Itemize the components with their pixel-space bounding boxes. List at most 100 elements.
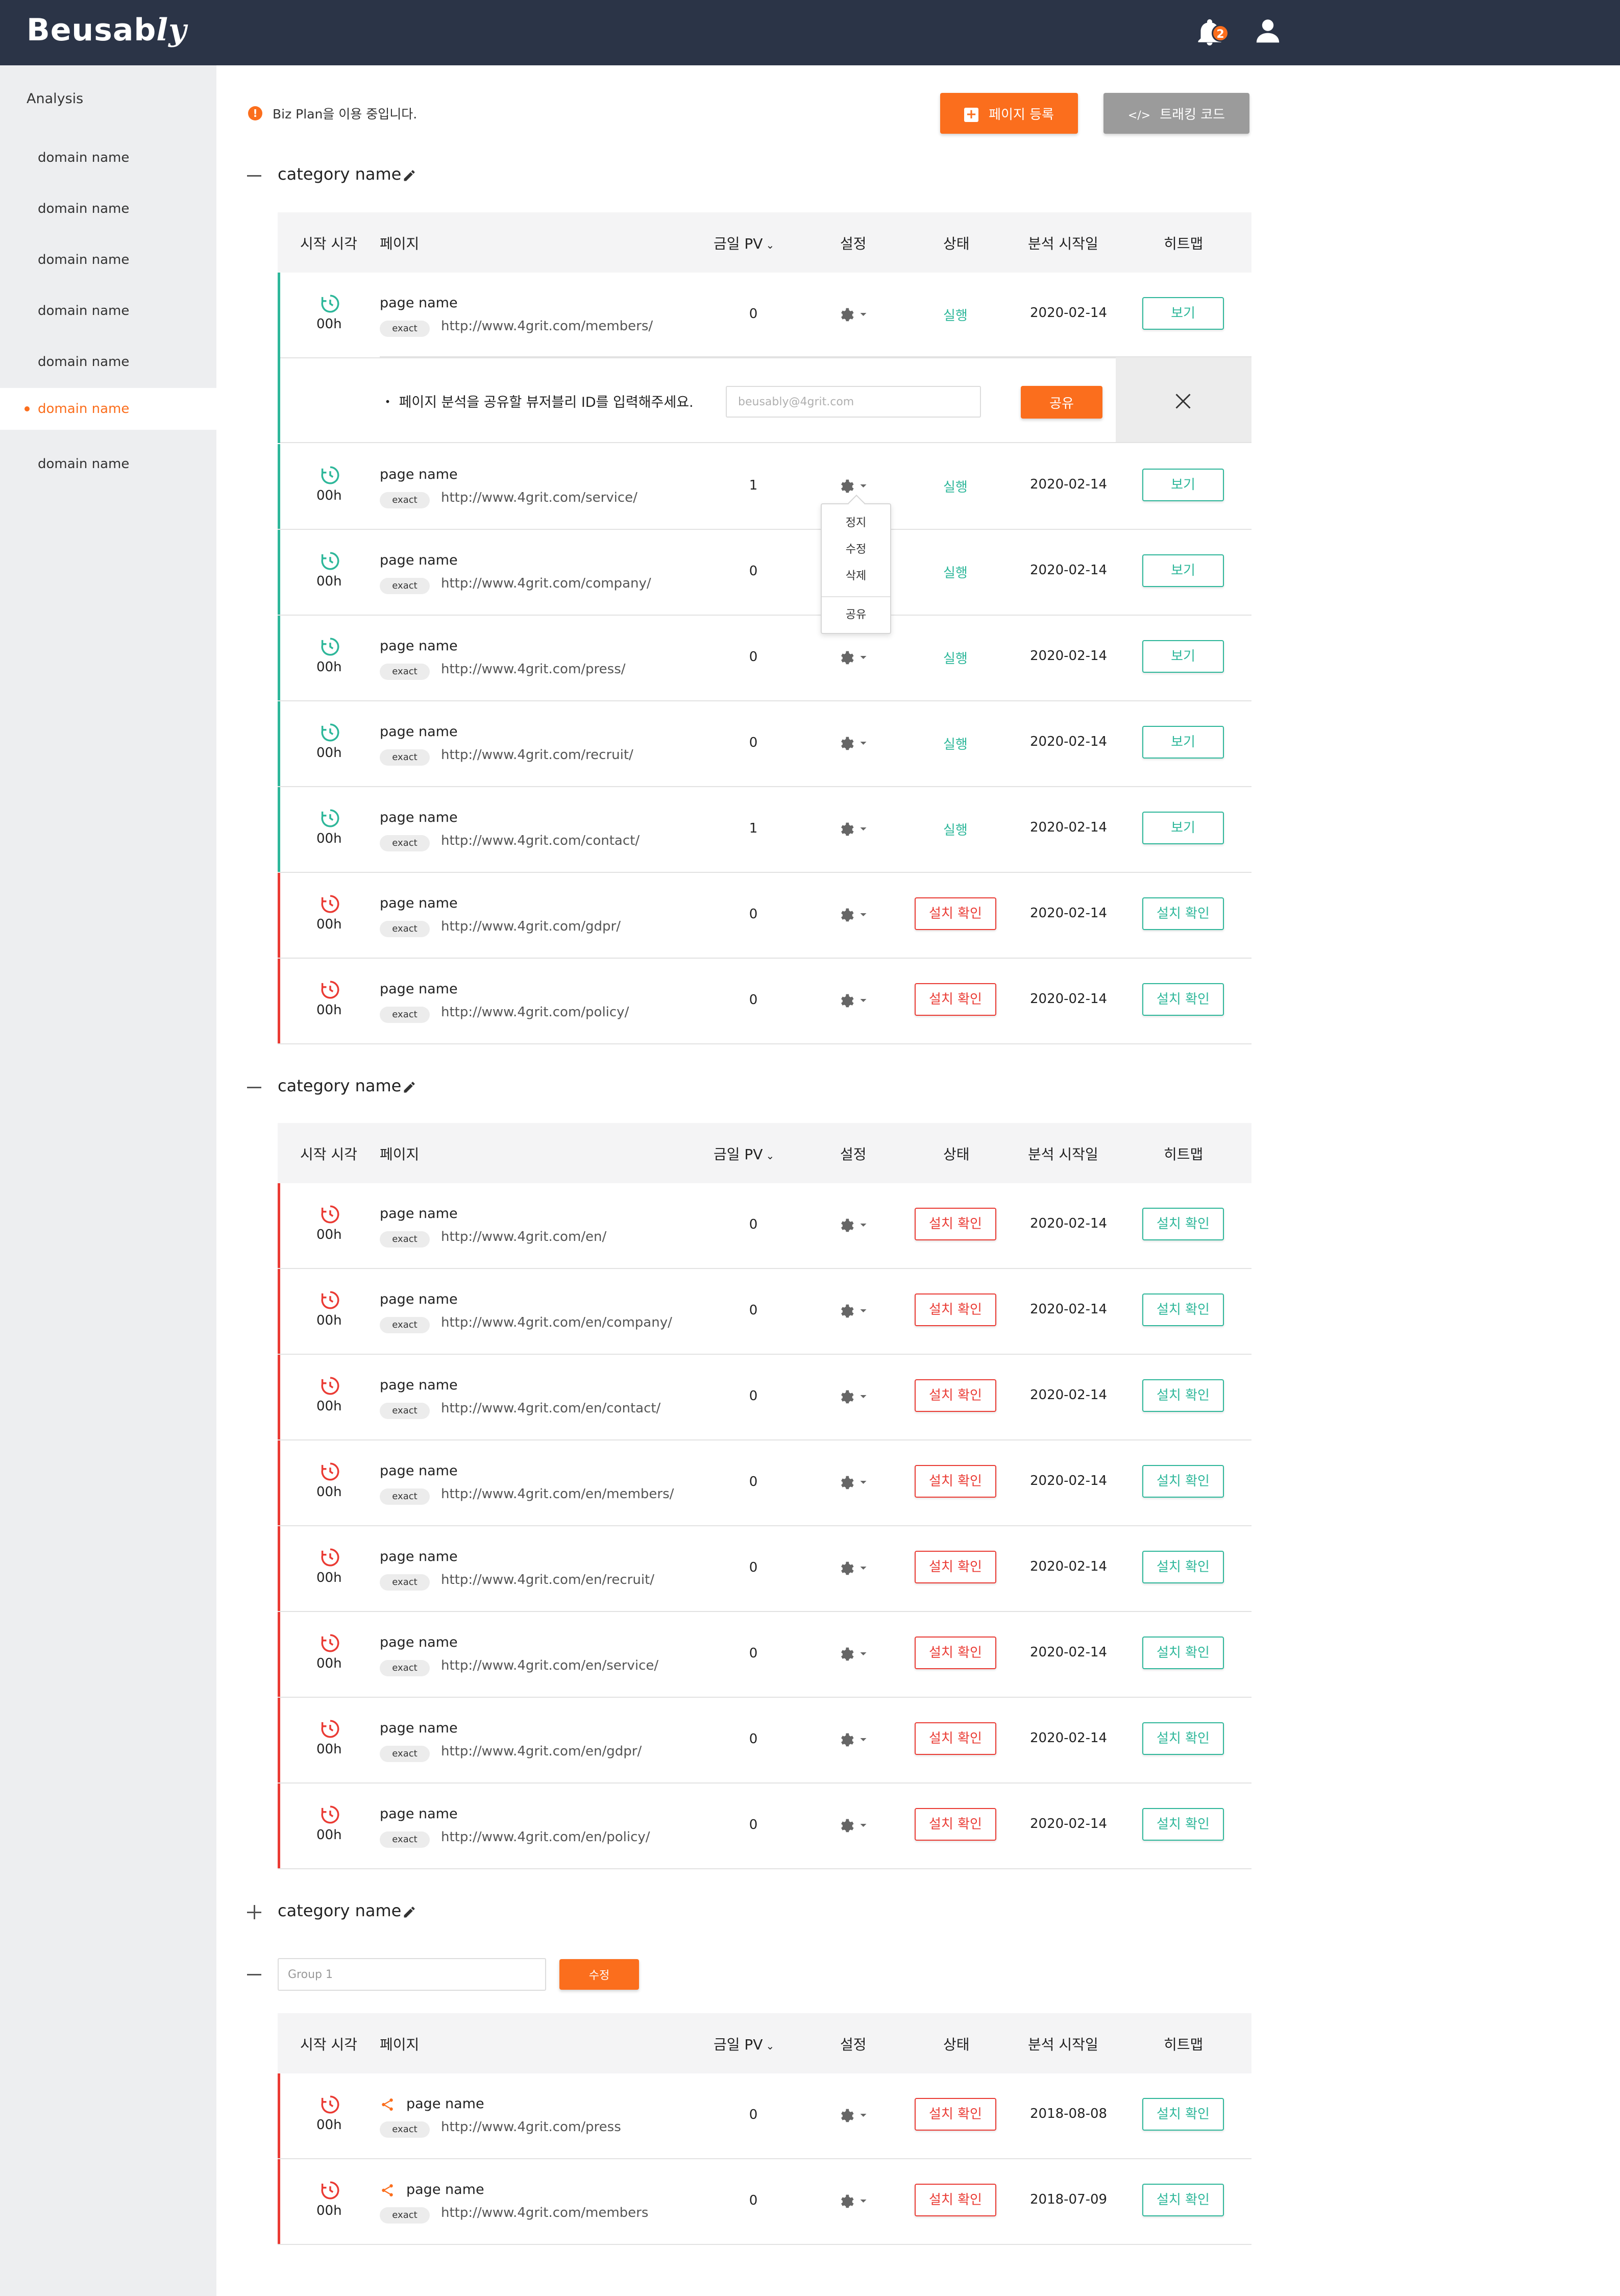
menu-item-stop[interactable]: 정지 <box>822 514 890 530</box>
page-name[interactable]: page name <box>380 552 458 568</box>
install-check-button[interactable]: 설치 확인 <box>915 1636 996 1669</box>
sidebar-item-domain-active[interactable]: domain name <box>0 388 216 430</box>
heatmap-button[interactable]: 설치 확인 <box>1142 1293 1224 1326</box>
sidebar-item-domain[interactable]: domain name <box>0 188 216 230</box>
gear-icon[interactable] <box>838 820 869 838</box>
install-check-button[interactable]: 설치 확인 <box>915 2098 996 2131</box>
share-button[interactable]: 공유 <box>1021 386 1102 419</box>
gear-icon[interactable] <box>838 1473 869 1492</box>
page-name[interactable]: page name <box>380 1806 458 1822</box>
gear-icon[interactable] <box>838 906 869 924</box>
gear-icon[interactable] <box>838 1816 869 1835</box>
group-edit-button[interactable]: 수정 <box>559 1959 639 1990</box>
gear-icon[interactable] <box>838 1302 869 1320</box>
heatmap-button[interactable]: 보기 <box>1142 469 1224 501</box>
page-name[interactable]: page name <box>406 2096 484 2112</box>
heatmap-button[interactable]: 보기 <box>1142 554 1224 587</box>
gear-icon[interactable] <box>838 648 869 667</box>
clock-icon <box>320 293 341 314</box>
menu-item-edit[interactable]: 수정 <box>822 540 890 556</box>
install-check-button[interactable]: 설치 확인 <box>915 983 996 1016</box>
page-name[interactable]: page name <box>380 467 458 482</box>
category-name: category name <box>278 1076 402 1095</box>
heatmap-button[interactable]: 설치 확인 <box>1142 1636 1224 1669</box>
page-name[interactable]: page name <box>380 295 458 311</box>
close-icon[interactable] <box>1174 392 1192 410</box>
sidebar-item-domain[interactable]: domain name <box>0 341 216 383</box>
heatmap-button[interactable]: 보기 <box>1142 297 1224 330</box>
page-name[interactable]: page name <box>380 1206 458 1222</box>
gear-icon[interactable] <box>838 477 869 495</box>
heatmap-button[interactable]: 보기 <box>1142 640 1224 673</box>
header-pv-sort[interactable]: 금일 PV ⌄ <box>714 233 774 253</box>
install-check-button[interactable]: 설치 확인 <box>915 897 996 930</box>
pencil-icon[interactable] <box>402 168 416 183</box>
heatmap-button[interactable]: 보기 <box>1142 812 1224 844</box>
install-check-button[interactable]: 설치 확인 <box>915 1722 996 1755</box>
register-page-button[interactable]: + 페이지 등록 <box>940 93 1078 134</box>
gear-icon[interactable] <box>838 734 869 752</box>
heatmap-button[interactable]: 설치 확인 <box>1142 2098 1224 2131</box>
install-check-button[interactable]: 설치 확인 <box>915 1208 996 1240</box>
page-name[interactable]: page name <box>406 2182 484 2197</box>
collapse-toggle[interactable] <box>246 1966 262 1983</box>
heatmap-button[interactable]: 설치 확인 <box>1142 1551 1224 1583</box>
heatmap-button[interactable]: 보기 <box>1142 726 1224 759</box>
user-icon[interactable] <box>1254 16 1282 45</box>
clock-icon <box>320 1289 341 1311</box>
install-check-button[interactable]: 설치 확인 <box>915 1293 996 1326</box>
pencil-icon[interactable] <box>402 1080 416 1094</box>
install-check-button[interactable]: 설치 확인 <box>915 1379 996 1412</box>
heatmap-button[interactable]: 설치 확인 <box>1142 2184 1224 2216</box>
page-name[interactable]: page name <box>380 895 458 911</box>
page-name[interactable]: page name <box>380 1634 458 1650</box>
page-name[interactable]: page name <box>380 1377 458 1393</box>
sidebar-item-domain[interactable]: domain name <box>0 239 216 281</box>
gear-icon[interactable] <box>838 2192 869 2210</box>
collapse-toggle[interactable] <box>246 1079 262 1095</box>
install-check-button[interactable]: 설치 확인 <box>915 1808 996 1841</box>
expand-toggle[interactable] <box>246 1904 262 1920</box>
share-id-input[interactable] <box>726 386 981 418</box>
gear-icon[interactable] <box>838 1216 869 1234</box>
collapse-toggle[interactable] <box>246 167 262 184</box>
heatmap-button[interactable]: 설치 확인 <box>1142 1722 1224 1755</box>
row-status-bar <box>278 1440 280 1525</box>
page-name[interactable]: page name <box>380 981 458 997</box>
install-check-button[interactable]: 설치 확인 <box>915 1551 996 1583</box>
sidebar-item-domain[interactable]: domain name <box>0 443 216 485</box>
menu-item-share[interactable]: 공유 <box>822 605 890 622</box>
heatmap-button[interactable]: 설치 확인 <box>1142 1808 1224 1841</box>
install-check-button[interactable]: 설치 확인 <box>915 1465 996 1498</box>
group-name-input[interactable] <box>278 1958 546 1991</box>
page-name[interactable]: page name <box>380 638 458 654</box>
heatmap-button[interactable]: 설치 확인 <box>1142 1208 1224 1240</box>
page-name[interactable]: page name <box>380 1291 458 1307</box>
heatmap-button[interactable]: 설치 확인 <box>1142 1379 1224 1412</box>
page-name[interactable]: page name <box>380 1549 458 1565</box>
gear-icon[interactable] <box>838 1387 869 1406</box>
heatmap-button[interactable]: 설치 확인 <box>1142 983 1224 1016</box>
gear-icon[interactable] <box>838 1730 869 1749</box>
header-pv-sort[interactable]: 금일 PV ⌄ <box>714 1143 774 1164</box>
gear-icon[interactable] <box>838 305 869 324</box>
page-name[interactable]: page name <box>380 1463 458 1479</box>
sidebar-item-domain[interactable]: domain name <box>0 290 216 332</box>
heatmap-button[interactable]: 설치 확인 <box>1142 897 1224 930</box>
logo[interactable]: Beusably <box>27 12 187 48</box>
gear-icon[interactable] <box>838 1645 869 1663</box>
gear-icon[interactable] <box>838 2106 869 2124</box>
header-pv-sort[interactable]: 금일 PV ⌄ <box>714 2034 774 2054</box>
pencil-icon[interactable] <box>402 1905 416 1919</box>
install-check-button[interactable]: 설치 확인 <box>915 2184 996 2216</box>
logo-text-tail: ly <box>156 12 187 48</box>
page-name[interactable]: page name <box>380 810 458 825</box>
page-name[interactable]: page name <box>380 1720 458 1736</box>
sidebar-item-domain[interactable]: domain name <box>0 137 216 179</box>
gear-icon[interactable] <box>838 1559 869 1577</box>
heatmap-button[interactable]: 설치 확인 <box>1142 1465 1224 1498</box>
tracking-code-button[interactable]: </> 트래킹 코드 <box>1103 93 1249 134</box>
menu-item-delete[interactable]: 삭제 <box>822 567 890 583</box>
gear-icon[interactable] <box>838 991 869 1010</box>
page-name[interactable]: page name <box>380 724 458 740</box>
